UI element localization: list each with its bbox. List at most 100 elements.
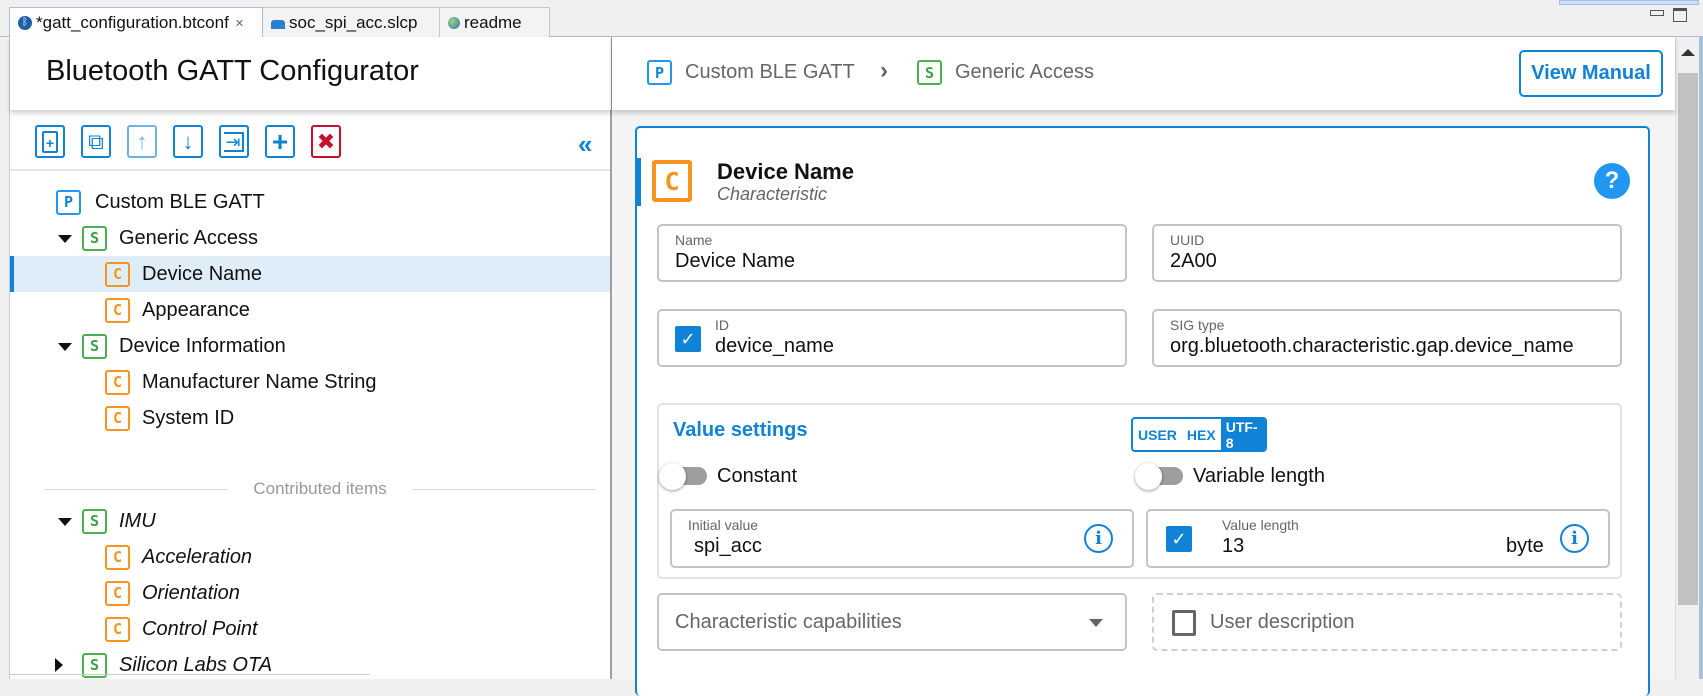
format-utf8[interactable]: UTF-8 xyxy=(1220,419,1265,450)
tree-item-label: System ID xyxy=(142,406,235,429)
user-description-option[interactable]: User description xyxy=(1152,593,1622,651)
id-checkbox[interactable]: ✓ xyxy=(675,326,701,352)
chevron-right-icon: › xyxy=(880,57,888,84)
format-hex[interactable]: HEX xyxy=(1182,419,1221,450)
expand-icon[interactable] xyxy=(58,518,72,526)
duplicate-button[interactable]: ⧉ xyxy=(81,125,111,158)
scrollbar-thumb[interactable] xyxy=(1678,73,1698,605)
field-value: device_name xyxy=(715,335,834,357)
tab-gatt-configuration[interactable]: ᛒ *gatt_configuration.btconf ✕ xyxy=(9,7,263,38)
variable-length-toggle[interactable] xyxy=(1135,463,1185,490)
tree-item-label: Orientation xyxy=(142,581,240,604)
tree-item-system-id[interactable]: C System ID xyxy=(10,400,611,436)
tree-item-generic-access[interactable]: S Generic Access xyxy=(10,220,611,256)
tab-label: *gatt_configuration.btconf xyxy=(36,13,229,32)
sig-type-field[interactable]: SIG type org.bluetooth.characteristic.ga… xyxy=(1152,309,1622,367)
delete-button[interactable]: ✖ xyxy=(311,125,341,158)
expand-icon[interactable] xyxy=(58,343,72,351)
format-user[interactable]: USER xyxy=(1133,419,1182,450)
contributed-items-divider: Contributed items xyxy=(44,479,596,498)
chevron-down-icon xyxy=(1089,619,1103,627)
tab-readme[interactable]: readme xyxy=(440,7,550,37)
add-item-button[interactable]: + xyxy=(35,125,65,158)
field-value: 13 xyxy=(1222,535,1245,557)
tree-item-imu[interactable]: S IMU xyxy=(10,503,611,539)
tree-item-label: Appearance xyxy=(142,298,250,321)
contributed-items-label: Contributed items xyxy=(253,479,387,498)
service-icon: S xyxy=(917,60,942,85)
field-value: 2A00 xyxy=(1170,250,1217,272)
value-settings-title: Value settings xyxy=(673,419,808,441)
left-pane: Bluetooth GATT Configurator + ⧉ ↑ ↓ ⇥ + … xyxy=(9,37,611,679)
field-label: Value length xyxy=(1222,517,1299,533)
close-icon[interactable]: ✕ xyxy=(235,17,244,30)
import-button[interactable]: ⇥ xyxy=(219,125,249,158)
tree-item-label: Acceleration xyxy=(142,545,253,568)
id-field[interactable]: ✓ ID device_name xyxy=(657,309,1127,367)
tab-soc-spi-acc[interactable]: soc_spi_acc.slcp xyxy=(263,7,440,37)
collapsed-icon[interactable] xyxy=(55,658,63,672)
tab-label: soc_spi_acc.slcp xyxy=(289,12,418,32)
user-description-label: User description xyxy=(1210,611,1355,633)
minimize-icon[interactable] xyxy=(1650,10,1664,16)
value-settings-section: Value settings USER HEX UTF-8 Constant V… xyxy=(657,403,1622,579)
help-icon[interactable]: ? xyxy=(1594,163,1630,199)
characteristic-icon: C xyxy=(105,297,130,323)
characteristic-card: C Device Name Characteristic ? Name Devi… xyxy=(635,126,1650,696)
copy-icon: ⧉ xyxy=(88,128,104,154)
format-toggle: USER HEX UTF-8 xyxy=(1131,417,1267,452)
info-icon[interactable]: i xyxy=(1560,524,1589,553)
profile-icon: P xyxy=(56,189,81,215)
tree-item-appearance[interactable]: C Appearance xyxy=(10,292,611,328)
arrow-up-icon: ↑ xyxy=(136,128,148,154)
characteristic-icon: C xyxy=(105,580,130,606)
field-value: Device Name xyxy=(675,250,796,272)
breadcrumb-service[interactable]: Generic Access xyxy=(955,61,1094,84)
view-manual-button[interactable]: View Manual xyxy=(1519,50,1663,97)
characteristic-icon: C xyxy=(105,261,130,287)
card-accent xyxy=(635,158,641,206)
add-button[interactable]: + xyxy=(265,125,295,158)
plus-icon: + xyxy=(271,125,289,157)
right-pane: P Custom BLE GATT › S Generic Access Vie… xyxy=(612,37,1675,696)
tree-item-device-information[interactable]: S Device Information xyxy=(10,328,611,364)
user-description-checkbox[interactable] xyxy=(1172,610,1196,636)
toggle-knob xyxy=(1135,463,1162,490)
characteristic-capabilities-select[interactable]: Characteristic capabilities xyxy=(657,593,1127,651)
tree-item-manufacturer-name-string[interactable]: C Manufacturer Name String xyxy=(10,364,611,400)
bottom-edge xyxy=(10,674,370,679)
tree-item-orientation[interactable]: C Orientation xyxy=(10,575,611,611)
card-title: Device Name xyxy=(717,159,854,184)
expand-icon[interactable] xyxy=(58,235,72,243)
move-down-button[interactable]: ↓ xyxy=(173,125,203,158)
initial-value-field[interactable]: Initial value spi_acc i xyxy=(670,509,1134,568)
tree-item-acceleration[interactable]: C Acceleration xyxy=(10,539,611,575)
tree-item-custom-ble-gatt[interactable]: P Custom BLE GATT xyxy=(10,184,611,220)
value-length-checkbox[interactable]: ✓ xyxy=(1166,526,1192,552)
variable-length-label: Variable length xyxy=(1193,465,1325,487)
close-icon: ✖ xyxy=(316,128,336,154)
tree-item-label: Device Name xyxy=(142,262,263,285)
field-value: org.bluetooth.characteristic.gap.device_… xyxy=(1170,335,1574,357)
constant-toggle[interactable] xyxy=(659,463,709,490)
tree-item-control-point[interactable]: C Control Point xyxy=(10,611,611,647)
collapse-panel-icon[interactable]: « xyxy=(578,129,593,160)
scroll-up-icon[interactable] xyxy=(1681,49,1695,56)
tree-item-label: Device Information xyxy=(119,334,286,357)
vertical-scrollbar[interactable] xyxy=(1675,37,1699,679)
maximize-icon[interactable] xyxy=(1673,8,1687,22)
breadcrumb-profile[interactable]: Custom BLE GATT xyxy=(685,61,855,84)
project-icon xyxy=(271,20,285,29)
tree-item-device-name[interactable]: C Device Name xyxy=(10,256,611,292)
info-icon[interactable]: i xyxy=(1084,524,1113,553)
value-length-field[interactable]: ✓ Value length 13 byte i xyxy=(1146,509,1610,568)
uuid-field[interactable]: UUID 2A00 xyxy=(1152,224,1622,282)
characteristic-icon: C xyxy=(105,405,130,431)
toolbar-strip xyxy=(1559,0,1699,5)
name-field[interactable]: Name Device Name xyxy=(657,224,1127,282)
tree-item-label: Custom BLE GATT xyxy=(95,190,265,213)
field-label: Name xyxy=(675,232,713,248)
tree-item-label: Manufacturer Name String xyxy=(142,370,377,393)
globe-icon xyxy=(448,16,460,29)
move-up-button[interactable]: ↑ xyxy=(127,125,157,158)
